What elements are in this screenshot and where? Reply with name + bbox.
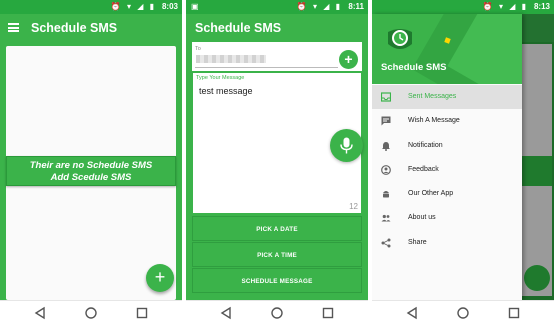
home-icon[interactable] <box>456 306 470 320</box>
microphone-button[interactable] <box>330 129 363 162</box>
pick-date-button[interactable]: PICK A DATE <box>192 216 362 241</box>
app-toolbar: Schedule SMS <box>186 14 368 42</box>
recipient-field[interactable]: To <box>192 42 362 71</box>
empty-state-line1: Their are no Schedule SMS <box>29 160 153 171</box>
microphone-icon <box>340 137 353 154</box>
back-icon[interactable] <box>219 306 233 320</box>
screen-nav-drawer: ⏰ ▾ ◢ ▮ 8:13 Schedule SMS Sent Messages <box>372 0 554 324</box>
menu-item-feedback[interactable]: Feedback <box>372 158 522 182</box>
home-icon[interactable] <box>84 306 98 320</box>
navigation-bar <box>372 300 554 324</box>
back-icon[interactable] <box>405 306 419 320</box>
drawer-scrim[interactable] <box>522 14 554 300</box>
pick-time-button[interactable]: PICK A TIME <box>192 242 362 267</box>
feedback-icon <box>381 164 391 175</box>
navigation-drawer: Schedule SMS Sent Messages Wish A Messag… <box>372 14 522 300</box>
menu-item-label: Sent Messages <box>408 93 457 100</box>
recipient-value-redacted <box>196 55 266 63</box>
drawer-menu: Sent Messages Wish A Message Notificatio… <box>372 85 522 255</box>
schedule-message-button[interactable]: SCHEDULE MESSAGE <box>192 268 362 293</box>
screen-compose: ▣ ⏰ ▾ ◢ ▮ 8:11 Schedule SMS To + Type Yo… <box>186 0 368 324</box>
recipient-label: To <box>195 46 201 52</box>
status-clock: 8:13 <box>533 2 550 11</box>
background-toolbar <box>522 14 554 42</box>
recent-apps-icon[interactable] <box>321 306 335 320</box>
menu-item-label: Notification <box>408 141 443 149</box>
inbox-icon <box>381 92 391 102</box>
status-icons: ⏰ ▾ ◢ ▮ <box>482 2 528 11</box>
toolbar-title: Schedule SMS <box>195 21 282 35</box>
menu-item-wish-message[interactable]: Wish A Message <box>372 109 522 133</box>
char-counter: 12 <box>349 202 358 211</box>
bell-icon <box>382 141 390 151</box>
recipient-underline <box>195 67 338 68</box>
drawer-title: Schedule SMS <box>381 62 447 73</box>
share-icon <box>381 238 391 248</box>
menu-item-label: Feedback <box>408 165 439 173</box>
menu-item-label: About us <box>408 214 436 222</box>
screen-schedule-list: ⏰ ▾ ◢ ▮ 8:03 Schedule SMS Their are no S… <box>0 0 182 324</box>
menu-item-label: Wish A Message <box>408 117 460 125</box>
navigation-bar <box>186 300 368 324</box>
toolbar-title: Schedule SMS <box>31 21 118 35</box>
notification-icon: ▣ <box>191 2 199 11</box>
app-toolbar: Schedule SMS <box>0 14 182 42</box>
message-text: test message <box>199 86 253 96</box>
menu-item-sent-messages[interactable]: Sent Messages <box>372 85 522 110</box>
menu-item-other-app[interactable]: Our Other App <box>372 182 522 206</box>
empty-state-line2: Add Scedule SMS <box>50 172 132 183</box>
navigation-bar <box>0 300 182 324</box>
background-button <box>522 156 552 186</box>
background-fab <box>524 265 550 291</box>
people-icon <box>381 215 391 222</box>
menu-item-label: Share <box>408 238 427 246</box>
menu-icon[interactable] <box>8 23 19 33</box>
empty-state-message[interactable]: Their are no Schedule SMS Add Scedule SM… <box>6 156 176 186</box>
android-icon <box>383 191 389 198</box>
status-icons: ⏰ ▾ ◢ ▮ <box>296 2 342 11</box>
drawer-header: Schedule SMS <box>372 14 522 84</box>
back-icon[interactable] <box>33 306 47 320</box>
status-clock: 8:03 <box>161 2 178 11</box>
status-bar: ▣ ⏰ ▾ ◢ ▮ 8:11 <box>186 0 368 14</box>
menu-item-notification[interactable]: Notification <box>372 134 522 158</box>
add-schedule-button[interactable]: + <box>146 264 174 292</box>
home-icon[interactable] <box>270 306 284 320</box>
status-clock: 8:11 <box>348 2 364 11</box>
message-icon <box>381 116 391 126</box>
status-bar: ⏰ ▾ ◢ ▮ 8:13 <box>372 0 554 14</box>
menu-item-label: Our Other App <box>408 190 454 198</box>
app-logo-icon <box>388 29 412 49</box>
status-icons: ⏰ ▾ ◢ ▮ <box>110 2 156 11</box>
recent-apps-icon[interactable] <box>135 306 149 320</box>
menu-item-share[interactable]: Share <box>372 231 522 255</box>
status-bar: ⏰ ▾ ◢ ▮ 8:03 <box>0 0 182 14</box>
add-contact-button[interactable]: + <box>339 50 358 69</box>
menu-item-about-us[interactable]: About us <box>372 206 522 230</box>
recent-apps-icon[interactable] <box>507 306 521 320</box>
message-label: Type Your Message <box>196 75 245 81</box>
